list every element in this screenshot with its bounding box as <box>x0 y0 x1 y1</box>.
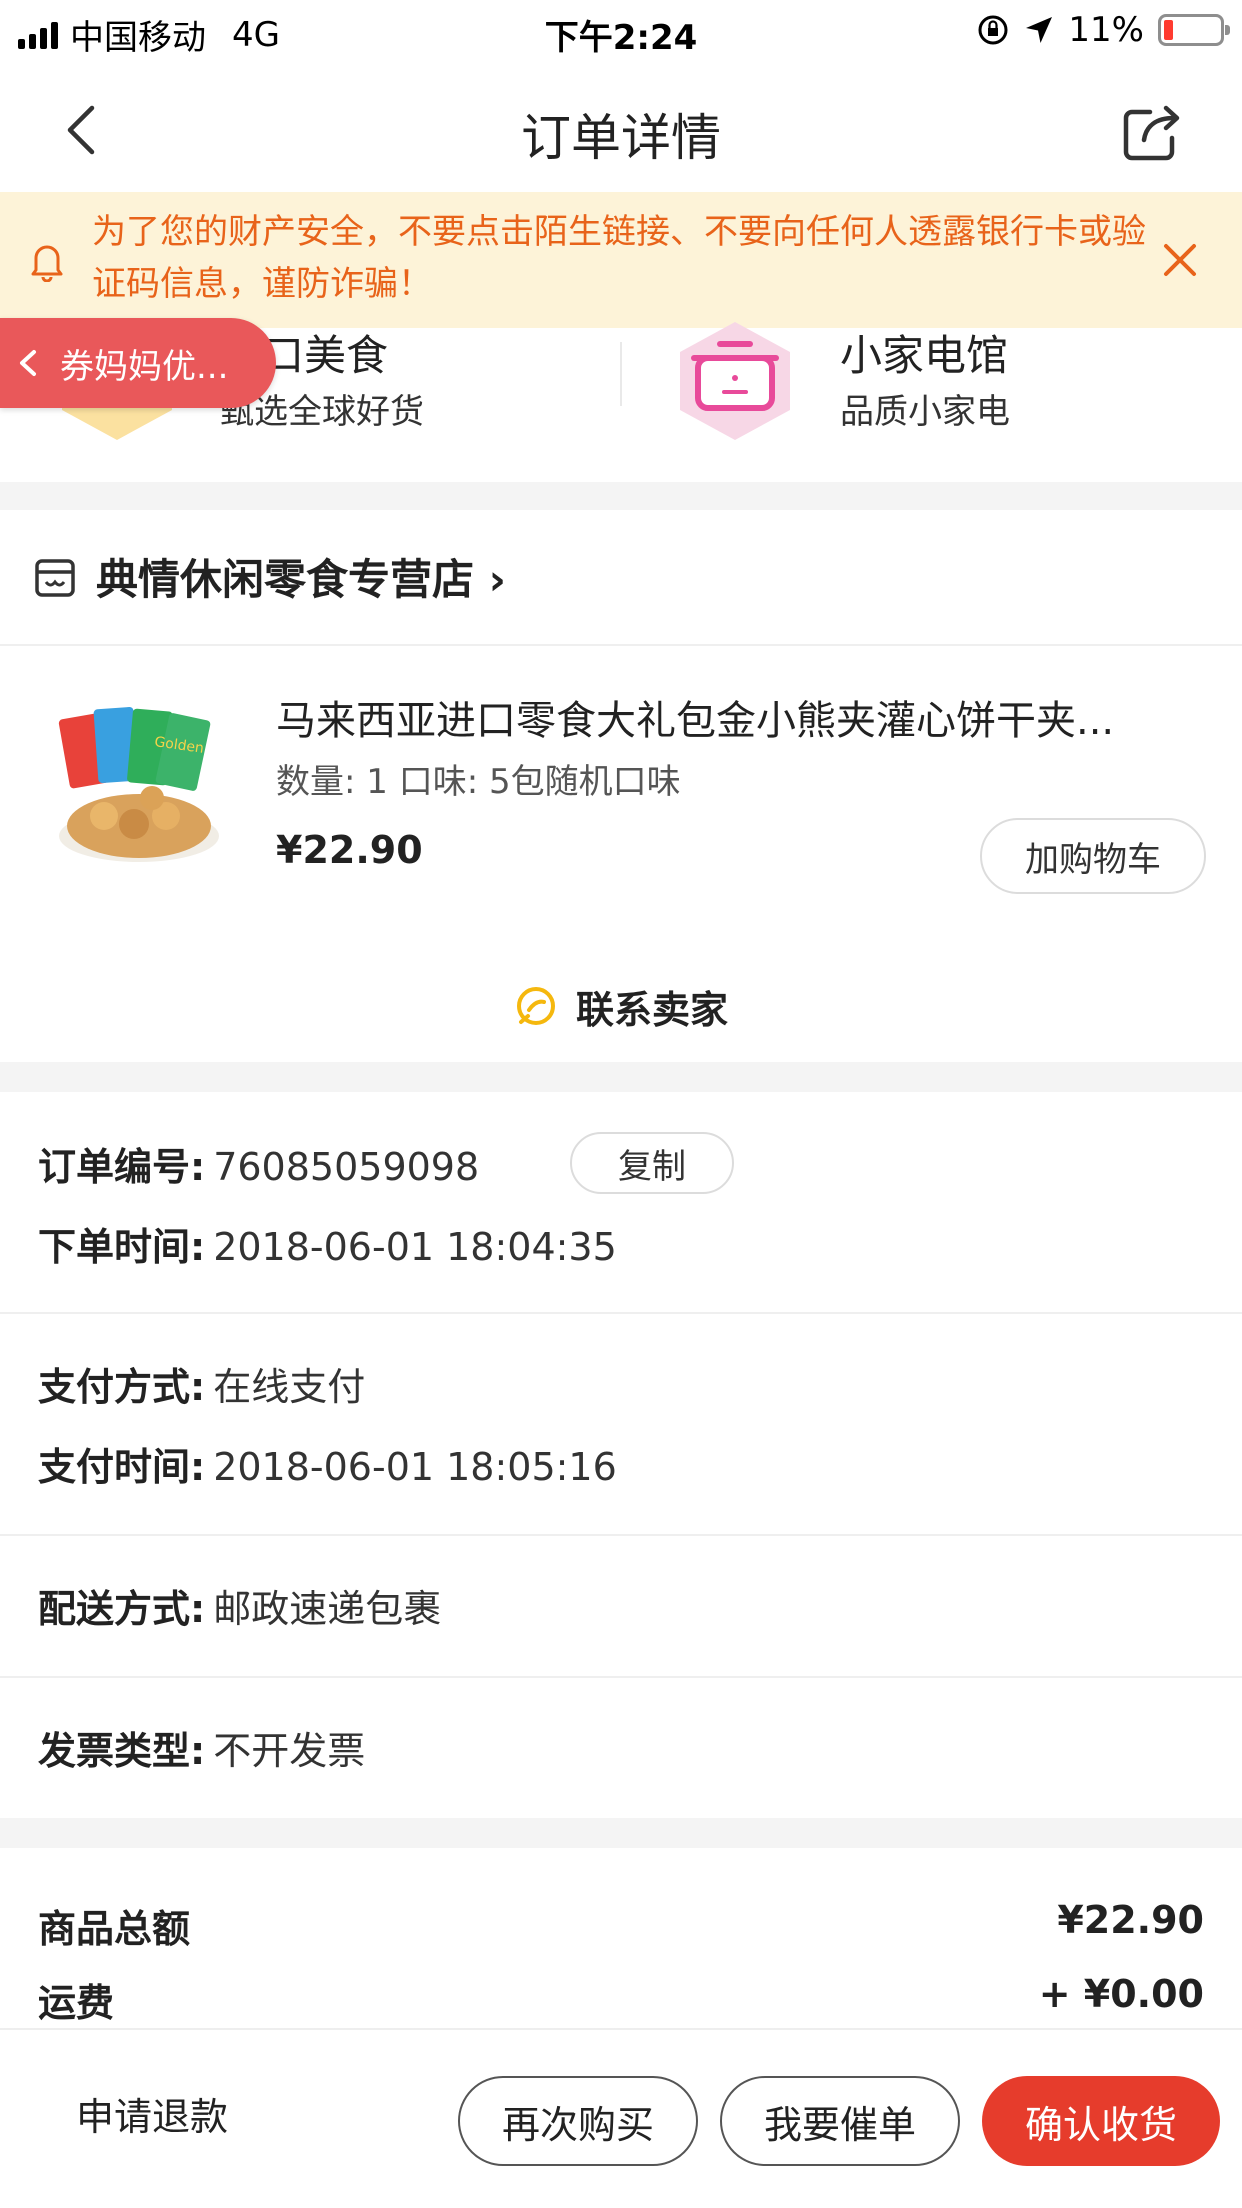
invoice-label: 发票类型: <box>38 1729 206 1773</box>
copy-button[interactable]: 复制 <box>570 1132 734 1194</box>
pay-time-row: 支付时间: 2018-06-01 18:05:16 <box>38 1436 617 1491</box>
chat-icon <box>516 987 555 1025</box>
product-price: ¥22.90 <box>276 828 423 872</box>
category-divider <box>620 342 622 406</box>
refund-button[interactable]: 申请退款 <box>76 2086 228 2141</box>
close-icon[interactable] <box>1160 240 1200 280</box>
store-header[interactable]: 典情休闲零食专营店 › <box>0 510 1242 646</box>
invoice-value: 不开发票 <box>213 1729 366 1773</box>
rice-cooker-icon <box>680 322 790 440</box>
order-time-value: 2018-06-01 18:04:35 <box>213 1225 617 1269</box>
shipping-row: 运费 + ¥0.00 <box>38 1972 1204 2027</box>
invoice-row: 发票类型: 不开发票 <box>38 1720 365 1775</box>
order-time-label: 下单时间: <box>38 1225 206 1269</box>
delivery-label: 配送方式: <box>38 1587 206 1631</box>
pay-method-row: 支付方式: 在线支付 <box>38 1356 365 1411</box>
order-number-label: 订单编号: <box>38 1145 206 1189</box>
battery-icon <box>1158 14 1230 46</box>
page-title: 订单详情 <box>521 109 721 167</box>
confirm-receipt-button[interactable]: 确认收货 <box>982 2076 1220 2166</box>
order-number-row: 订单编号: 76085059098 <box>38 1136 479 1191</box>
goods-total-value: ¥22.90 <box>1057 1898 1204 1942</box>
location-icon <box>1026 17 1053 43</box>
rotation-lock-icon <box>978 15 1008 45</box>
nav-bar: 订单详情 <box>0 62 1242 192</box>
store-card: 典情休闲零食专营店 › Golden 马来西亚进口零食大礼包金小熊夹灌心饼干夹.… <box>0 510 1242 1062</box>
order-number-value: 76085059098 <box>213 1145 480 1189</box>
category-sub: 品质小家电 <box>840 392 1010 432</box>
coupon-tab-label: 券妈妈优... <box>60 346 229 387</box>
bottom-action-bar: 申请退款 再次购买 我要催单 确认收货 <box>0 2028 1242 2208</box>
store-icon <box>35 559 75 597</box>
battery-percent: 11% <box>1068 10 1144 50</box>
store-name: 典情休闲零食专营店 › <box>96 555 506 604</box>
rebuy-button[interactable]: 再次购买 <box>458 2076 698 2166</box>
invoice-group: 发票类型: 不开发票 <box>0 1678 1242 1818</box>
order-number-group: 订单编号: 76085059098 复制 下单时间: 2018-06-01 18:0… <box>0 1092 1242 1314</box>
pay-method-label: 支付方式: <box>38 1365 206 1409</box>
pay-method-value: 在线支付 <box>213 1365 366 1409</box>
contact-seller-label: 联系卖家 <box>575 987 728 1032</box>
urge-order-button[interactable]: 我要催单 <box>720 2076 960 2166</box>
bell-icon <box>31 245 63 282</box>
delivery-group: 配送方式: 邮政速递包裹 <box>0 1536 1242 1678</box>
contact-seller-button[interactable]: 联系卖家 <box>0 950 1242 1062</box>
shipping-label: 运费 <box>38 1981 115 2025</box>
add-to-cart-button[interactable]: 加购物车 <box>980 818 1206 894</box>
product-image[interactable]: Golden <box>44 686 234 876</box>
goods-total-row: 商品总额 ¥22.90 <box>38 1898 1204 1953</box>
product-spec: 数量: 1 口味: 5包随机口味 <box>276 762 681 802</box>
product-title[interactable]: 马来西亚进口零食大礼包金小熊夹灌心饼干夹... <box>276 688 1196 746</box>
shipping-value: + ¥0.00 <box>1038 1972 1204 2016</box>
order-totals: 商品总额 ¥22.90 运费 + ¥0.00 <box>0 1848 1242 2028</box>
chevron-right-icon: › <box>488 555 506 604</box>
pay-time-label: 支付时间: <box>38 1445 206 1489</box>
payment-group: 支付方式: 在线支付 支付时间: 2018-06-01 18:05:16 <box>0 1314 1242 1536</box>
order-info-card: 订单编号: 76085059098 复制 下单时间: 2018-06-01 18:0… <box>0 1092 1242 1818</box>
security-warning-banner: 为了您的财产安全，不要点击陌生链接、不要向任何人透露银行卡或验证码信息，谨防诈骗… <box>0 192 1242 328</box>
delivery-value: 邮政速递包裹 <box>213 1587 442 1631</box>
coupon-float-tab[interactable]: 券妈妈优... <box>0 318 276 408</box>
chevron-left-icon <box>20 350 36 376</box>
category-name: 小家电馆 <box>840 331 1009 380</box>
pay-time-value: 2018-06-01 18:05:16 <box>213 1445 617 1489</box>
goods-total-label: 商品总额 <box>38 1907 191 1951</box>
status-bar: 中国移动 4G 下午2:24 11% <box>0 0 1242 62</box>
warning-text: 为了您的财产安全，不要点击陌生链接、不要向任何人透露银行卡或验证码信息，谨防诈骗… <box>92 212 1146 304</box>
delivery-row: 配送方式: 邮政速递包裹 <box>38 1578 441 1633</box>
share-icon[interactable] <box>1120 98 1186 164</box>
order-time-row: 下单时间: 2018-06-01 18:04:35 <box>38 1216 617 1271</box>
